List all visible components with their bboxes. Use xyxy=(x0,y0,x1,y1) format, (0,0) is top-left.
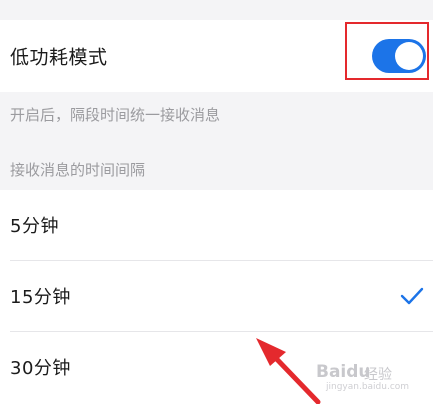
watermark-url: jingyan.baidu.com xyxy=(326,382,410,392)
option-label: 30分钟 xyxy=(10,358,71,379)
option-label: 15分钟 xyxy=(10,287,71,308)
low-power-mode-label: 低功耗模式 xyxy=(10,46,108,69)
interval-option-15min[interactable]: 15分钟 xyxy=(0,261,433,331)
watermark-sub: 经验 xyxy=(364,367,392,383)
interval-section-header: 接收消息的时间间隔 xyxy=(10,161,146,179)
low-power-hint: 开启后，隔段时间统一接收消息 xyxy=(10,106,221,124)
interval-option-5min[interactable]: 5分钟 xyxy=(0,190,433,260)
toggle-knob[interactable] xyxy=(395,42,423,70)
option-label: 5分钟 xyxy=(10,216,59,237)
checkmark-icon xyxy=(400,287,424,305)
baidu-watermark: Baidu 经验 jingyan.baidu.com xyxy=(316,360,428,396)
watermark-logo: Baidu xyxy=(316,362,371,382)
low-power-toggle[interactable] xyxy=(372,39,426,73)
top-spacer xyxy=(0,0,433,20)
